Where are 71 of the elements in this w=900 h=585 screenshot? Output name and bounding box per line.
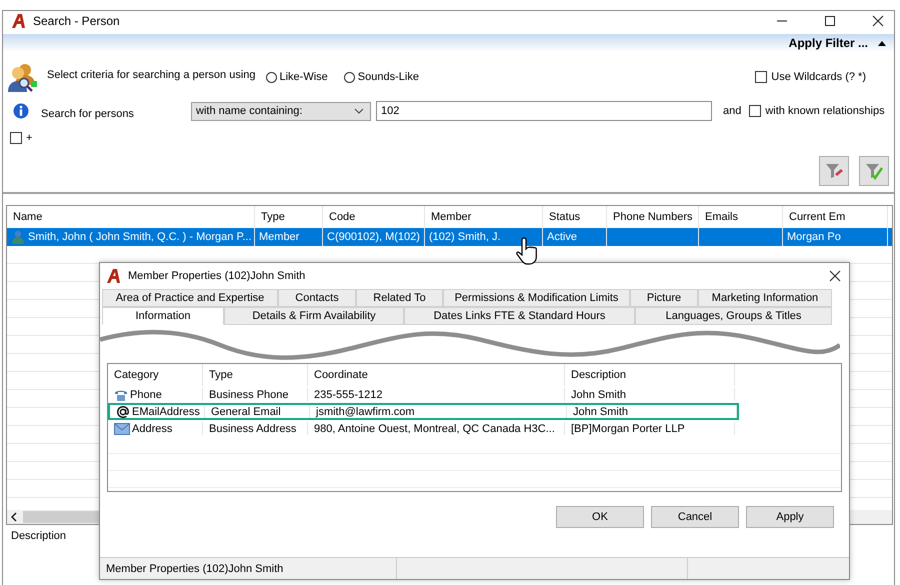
table-row[interactable]: Phone Business Phone 235-555-1212 John Smith bbox=[108, 386, 739, 403]
table-cell: John Smith bbox=[571, 388, 626, 400]
logo-icon bbox=[106, 268, 122, 284]
tab[interactable]: Contacts bbox=[278, 289, 356, 307]
condition-dropdown[interactable]: with name containing: bbox=[191, 102, 371, 120]
dialog-title: Member Properties (102)John Smith bbox=[128, 270, 306, 282]
apply-filter-button[interactable] bbox=[859, 156, 889, 186]
table-cell: General Email bbox=[211, 406, 281, 418]
table-cell: 980, Antoine Ouest, Montreal, QC Canada H3C... bbox=[314, 422, 555, 434]
table-cell: 235-555-1212 bbox=[314, 388, 383, 400]
funnel-check-icon bbox=[864, 161, 884, 181]
table-cell: Phone bbox=[130, 388, 162, 400]
tab[interactable]: Area of Practice and Expertise bbox=[102, 289, 278, 307]
dialog-button[interactable]: Cancel bbox=[651, 506, 739, 528]
tab[interactable]: Related To bbox=[356, 289, 443, 307]
people-search-icon bbox=[7, 61, 39, 93]
tab[interactable]: Languages, Groups & Titles bbox=[635, 307, 832, 325]
column-header[interactable]: Category bbox=[108, 364, 203, 386]
close-icon[interactable] bbox=[872, 15, 884, 27]
match-mode-radio[interactable]: Like-Wise bbox=[266, 71, 328, 83]
table-cell: Member bbox=[259, 231, 300, 243]
at-sign-icon bbox=[116, 405, 130, 418]
dialog-button[interactable]: Apply bbox=[746, 506, 834, 528]
table-cell: Business Address bbox=[209, 422, 296, 434]
table-cell: Address bbox=[132, 422, 172, 434]
result-row[interactable]: Smith, John ( John Smith, Q.C. ) - Morgan P... Member C(900102), M(102) (102) Smith, J. Active Morgan Po bbox=[7, 228, 892, 246]
table-cell: [BP]Morgan Porter LLP bbox=[571, 422, 685, 434]
info-icon bbox=[13, 103, 29, 119]
table-cell: (102) Smith, J. bbox=[429, 231, 501, 243]
description-label: Description bbox=[11, 530, 66, 542]
maximize-icon[interactable] bbox=[824, 15, 836, 27]
wildcards-checkbox[interactable]: Use Wildcards (? *) bbox=[755, 71, 866, 83]
scroll-left-icon[interactable] bbox=[11, 512, 17, 522]
dialog-button[interactable]: OK bbox=[556, 506, 644, 528]
column-header[interactable]: Coordinate bbox=[308, 364, 565, 386]
collapse-icon[interactable] bbox=[878, 40, 886, 46]
column-header[interactable]: Type bbox=[203, 364, 308, 386]
table-cell: Smith, John ( John Smith, Q.C. ) - Morgan P... bbox=[28, 231, 252, 243]
filter-bar[interactable]: Apply Filter ... bbox=[3, 34, 894, 52]
search-field[interactable]: 102 bbox=[376, 101, 712, 121]
filter-title: Apply Filter ... bbox=[788, 36, 868, 50]
tab[interactable]: Permissions & Modification Limits bbox=[443, 289, 630, 307]
tab[interactable]: Details & Firm Availability bbox=[224, 307, 404, 325]
search-label: Search for persons bbox=[41, 108, 135, 120]
person-icon bbox=[11, 230, 25, 244]
tab[interactable]: Information bbox=[102, 307, 224, 325]
table-cell: C(900102), M(102) bbox=[327, 231, 420, 243]
highlighted-row[interactable]: EMailAddress General Email jsmith@lawfirm.com John Smith bbox=[108, 403, 739, 420]
phone-icon bbox=[114, 388, 128, 400]
close-icon[interactable] bbox=[829, 270, 841, 282]
table-cell: Business Phone bbox=[209, 388, 288, 400]
status-text: Member Properties (102)John Smith bbox=[105, 562, 284, 574]
tab[interactable]: Marketing Information bbox=[698, 289, 832, 307]
tab[interactable]: Dates Links FTE & Standard Hours bbox=[404, 307, 635, 325]
match-mode-radio[interactable]: Sounds-Like bbox=[344, 71, 419, 83]
envelope-icon bbox=[114, 422, 130, 434]
criteria-prompt: Select criteria for searching a person using bbox=[47, 69, 256, 81]
window-title: Search - Person bbox=[33, 14, 120, 28]
table-row[interactable]: Address Business Address 980, Antoine Ouest, Montreal, QC Canada H3C... [BP]Morgan Porter LLP bbox=[108, 420, 739, 437]
table-cell: jsmith@lawfirm.com bbox=[316, 406, 415, 418]
tab[interactable]: Picture bbox=[630, 289, 698, 307]
logo-icon bbox=[11, 13, 27, 29]
and-label: and bbox=[723, 105, 742, 117]
funnel-eraser-icon bbox=[824, 161, 844, 181]
clear-filter-button[interactable] bbox=[819, 156, 849, 186]
table-cell: Morgan Po bbox=[787, 231, 841, 243]
table-cell: Active bbox=[547, 231, 577, 243]
table-cell: EMailAddress bbox=[132, 406, 200, 418]
relationships-checkbox[interactable]: with known relationships bbox=[749, 105, 885, 117]
table-cell: John Smith bbox=[573, 406, 628, 418]
column-header[interactable]: Description bbox=[565, 364, 735, 386]
